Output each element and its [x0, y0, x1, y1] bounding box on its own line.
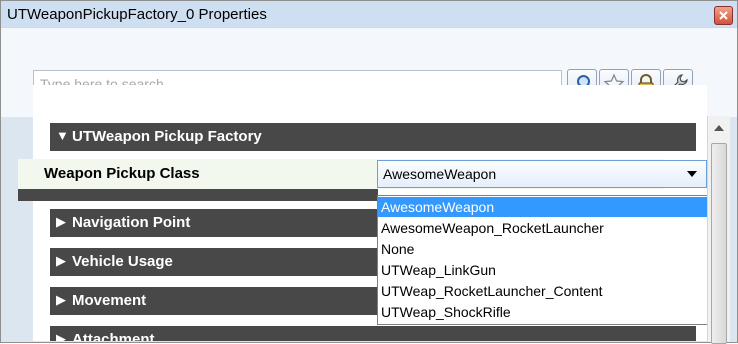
window-title: UTWeaponPickupFactory_0 Properties [7, 6, 267, 23]
collapse-arrow-icon: ▶ [56, 214, 66, 229]
category-label: Vehicle Usage [72, 253, 173, 270]
category-attachment[interactable]: ▶ Attachment [50, 326, 696, 341]
dropdown-option[interactable]: UTWeap_LinkGun [378, 260, 707, 280]
dropdown-option[interactable]: AwesomeWeapon_RocketLauncher [378, 218, 707, 238]
dropdown-option[interactable]: None [378, 239, 707, 259]
property-row-divider [18, 189, 378, 201]
weapon-class-select[interactable]: AwesomeWeapon [377, 160, 707, 188]
collapse-arrow-icon: ▶ [56, 331, 66, 341]
category-label: UTWeapon Pickup Factory [72, 128, 262, 145]
weapon-class-dropdown: AwesomeWeapon AwesomeWeapon_RocketLaunch… [377, 195, 708, 325]
expand-arrow-icon: ▼ [56, 128, 69, 143]
collapse-arrow-icon: ▶ [56, 292, 66, 307]
properties-window: UTWeaponPickupFactory_0 Properties Type … [0, 0, 738, 344]
select-value: AwesomeWeapon [383, 166, 497, 182]
dropdown-option[interactable]: UTWeap_ShockRifle [378, 302, 707, 322]
close-button[interactable] [714, 6, 733, 25]
scroll-up-icon[interactable] [714, 125, 724, 131]
category-label: Attachment [72, 331, 155, 341]
title-bar[interactable]: UTWeaponPickupFactory_0 Properties [1, 1, 737, 27]
category-label: Movement [72, 292, 147, 309]
close-icon [719, 11, 728, 20]
vertical-scrollbar[interactable] [707, 116, 730, 344]
dropdown-option[interactable]: UTWeap_RocketLauncher_Content [378, 281, 707, 301]
category-label: Navigation Point [72, 214, 191, 231]
category-utweapon-pickup-factory[interactable]: ▼ UTWeapon Pickup Factory [50, 123, 696, 151]
chevron-down-icon[interactable] [687, 171, 697, 177]
property-label: Weapon Pickup Class [44, 165, 200, 182]
scroll-thumb[interactable] [711, 143, 727, 344]
collapse-arrow-icon: ▶ [56, 253, 66, 268]
dropdown-option[interactable]: AwesomeWeapon [378, 197, 707, 217]
